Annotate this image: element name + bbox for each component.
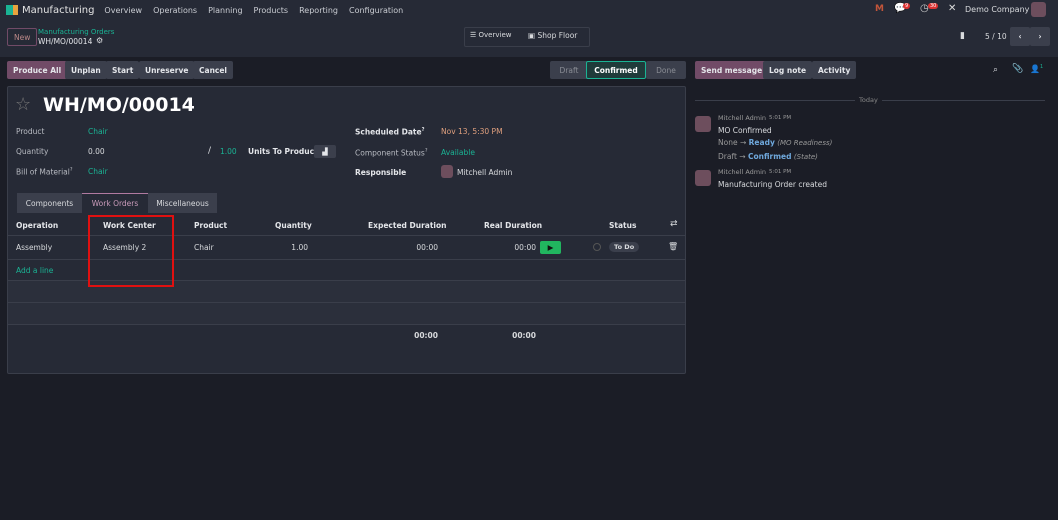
list-icon: ☰ [470, 31, 479, 39]
unreserve-button[interactable]: Unreserve [139, 61, 194, 79]
message-body: MO Confirmed [718, 126, 772, 135]
status-badge: To Do [609, 242, 639, 252]
col-quantity[interactable]: Quantity [275, 221, 312, 230]
bom-label: Bill of Material? [16, 167, 73, 177]
tab-work-orders[interactable]: Work Orders [82, 193, 148, 213]
search-icon[interactable]: ⌕ [993, 65, 998, 75]
tracking-change: Draft → Confirmed (State) [718, 152, 818, 161]
quantity-total[interactable]: 1.00 [220, 147, 237, 156]
overview-button[interactable]: ☰ Overview [470, 31, 511, 39]
quantity-label: Quantity [16, 147, 48, 156]
total-real-duration: 00:00 [488, 331, 536, 340]
quantity-slash: / [208, 146, 211, 156]
message-avatar[interactable] [695, 116, 711, 132]
cancel-button[interactable]: Cancel [193, 61, 233, 79]
tracking-change: None → Ready (MO Readiness) [718, 138, 832, 147]
user-avatar[interactable] [1031, 2, 1046, 17]
company-switcher[interactable]: Demo Company [965, 5, 1029, 14]
forecast-chart-button[interactable]: ▟ [314, 145, 336, 158]
new-button[interactable]: New [7, 28, 37, 46]
message-body: Manufacturing Order created [718, 180, 827, 189]
add-line-link[interactable]: Add a line [16, 266, 53, 275]
message-time: 5:01 PM [769, 115, 791, 121]
cell-operation[interactable]: Assembly [16, 243, 52, 252]
optional-columns-icon[interactable]: ⇄ [670, 219, 678, 229]
units-label: Units To Produce [248, 147, 319, 156]
col-real-duration[interactable]: Real Duration [484, 221, 542, 230]
ai-icon[interactable]: M [875, 4, 884, 14]
responsible-field[interactable]: Mitchell Admin [457, 168, 512, 177]
cell-product[interactable]: Chair [194, 243, 214, 252]
cell-expected-duration[interactable]: 00:00 [390, 243, 438, 252]
app-name[interactable]: Manufacturing [22, 5, 94, 16]
component-status-label: Component Status? [355, 148, 427, 158]
favorite-star-icon[interactable]: ☆ [15, 94, 31, 115]
status-confirmed[interactable]: Confirmed [586, 61, 646, 79]
work-center-highlight [88, 215, 174, 287]
menu-operations[interactable]: Operations [153, 6, 197, 15]
status-done[interactable]: Done [646, 61, 686, 79]
menu-planning[interactable]: Planning [208, 6, 242, 15]
message-time: 5:01 PM [769, 169, 791, 175]
tab-components[interactable]: Components [17, 193, 82, 213]
menu-reporting[interactable]: Reporting [299, 6, 338, 15]
menu-configuration[interactable]: Configuration [349, 6, 403, 15]
responsible-avatar [441, 165, 453, 178]
duplicate-icon[interactable]: ▮ [960, 31, 965, 41]
bom-field[interactable]: Chair [88, 167, 108, 176]
produce-all-button[interactable]: Produce All [7, 61, 67, 79]
send-message-button[interactable]: Send message [695, 61, 768, 79]
responsible-label: Responsible [355, 168, 406, 177]
col-operation[interactable]: Operation [16, 221, 58, 230]
messages-badge: 9 [903, 3, 910, 9]
scheduled-date-field[interactable]: Nov 13, 5:30 PM [441, 127, 503, 136]
start-button[interactable]: Start [106, 61, 139, 79]
today-label: Today [855, 96, 882, 104]
cell-real-duration[interactable]: 00:00 [488, 243, 536, 252]
menu-products[interactable]: Products [254, 6, 289, 15]
menu-overview[interactable]: Overview [104, 6, 142, 15]
pager-value[interactable]: 5 / 10 [985, 32, 1007, 41]
pager-previous-button[interactable]: ‹ [1010, 27, 1030, 46]
breadcrumb-parent[interactable]: Manufacturing Orders [38, 28, 114, 36]
message-avatar[interactable] [695, 170, 711, 186]
attachment-icon[interactable]: 📎 [1012, 64, 1023, 74]
unplan-button[interactable]: Unplan [65, 61, 107, 79]
total-expected-duration: 00:00 [390, 331, 438, 340]
message-author[interactable]: Mitchell Admin [718, 114, 766, 122]
status-circle-icon [593, 243, 601, 251]
log-note-button[interactable]: Log note [763, 61, 812, 79]
product-field[interactable]: Chair [88, 127, 108, 136]
followers-icon[interactable]: 👤1 [1030, 64, 1043, 74]
component-status-value: Available [441, 148, 475, 157]
tab-miscellaneous[interactable]: Miscellaneous [148, 193, 217, 213]
activities-badge: 30 [928, 3, 938, 9]
delete-row-icon[interactable]: 🗑 [668, 242, 678, 251]
pager-next-button[interactable]: › [1030, 27, 1050, 46]
scheduled-date-label: Scheduled Date? [355, 127, 424, 137]
cell-quantity[interactable]: 1.00 [260, 243, 308, 252]
col-status[interactable]: Status [609, 221, 636, 230]
empty-row [8, 303, 685, 325]
tools-icon[interactable]: ✕ [948, 3, 956, 14]
col-product[interactable]: Product [194, 221, 227, 230]
quantity-field[interactable]: 0.00 [88, 147, 105, 156]
activity-button[interactable]: Activity [812, 61, 856, 79]
status-draft[interactable]: Draft [550, 61, 588, 79]
shop-floor-button[interactable]: ▣ Shop Floor [528, 31, 577, 40]
breadcrumb-current: WH/MO/00014 [38, 37, 92, 46]
record-title: WH/MO/00014 [43, 94, 195, 116]
start-workorder-button[interactable]: ▶ [540, 241, 561, 254]
manufacturing-app-icon[interactable] [6, 5, 18, 15]
col-expected-duration[interactable]: Expected Duration [368, 221, 447, 230]
product-label: Product [16, 127, 44, 136]
gear-icon[interactable]: ⚙ [96, 36, 103, 45]
message-author[interactable]: Mitchell Admin [718, 168, 766, 176]
